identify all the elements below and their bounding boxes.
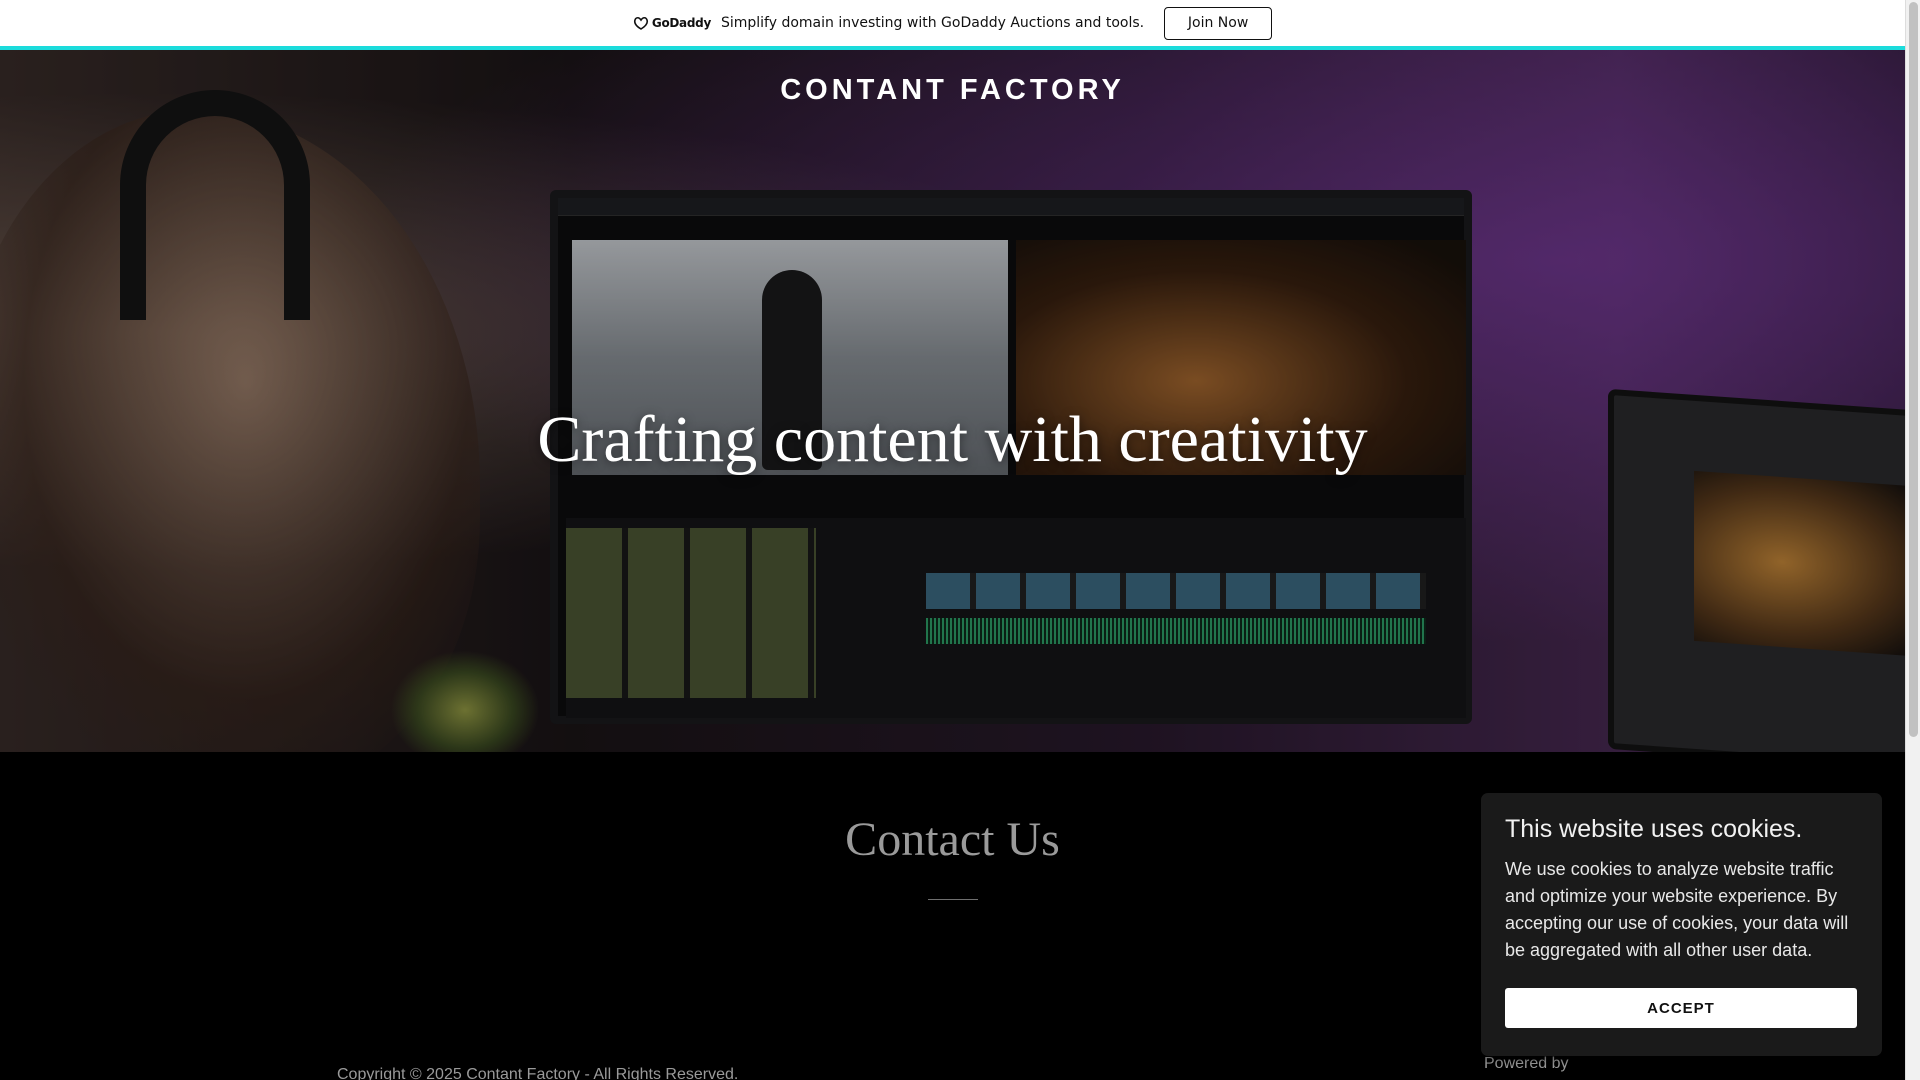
contact-divider	[928, 899, 978, 900]
footer-powered-by: Powered by	[1484, 1055, 1569, 1072]
hero-section	[0, 50, 1905, 752]
scrollbar-thumb[interactable]	[1909, 2, 1918, 737]
hero-tagline: Crafting content with creativity	[537, 403, 1368, 476]
join-now-button[interactable]: Join Now	[1164, 6, 1273, 40]
cookie-consent-popup: This website uses cookies. We use cookie…	[1481, 793, 1882, 1056]
cookie-title: This website uses cookies.	[1505, 815, 1803, 843]
site-title[interactable]: CONTANT FACTORY	[0, 74, 1905, 107]
godaddy-logo[interactable]: GoDaddy	[633, 16, 711, 30]
cookie-body: We use cookies to analyze website traffi…	[1505, 859, 1849, 960]
promo-message: Simplify domain investing with GoDaddy A…	[720, 15, 1145, 31]
godaddy-logo-icon	[633, 16, 648, 30]
godaddy-logo-text: GoDaddy	[651, 16, 711, 30]
accept-cookies-button[interactable]: ACCEPT	[1505, 988, 1857, 1028]
footer-copyright: Copyright © 2025 Contant Factory - All R…	[337, 1066, 739, 1080]
promo-banner: GoDaddy Simplify domain investing with G…	[0, 0, 1905, 50]
page-scrollbar[interactable]	[1905, 0, 1920, 1080]
hero-overlay	[0, 50, 1905, 752]
